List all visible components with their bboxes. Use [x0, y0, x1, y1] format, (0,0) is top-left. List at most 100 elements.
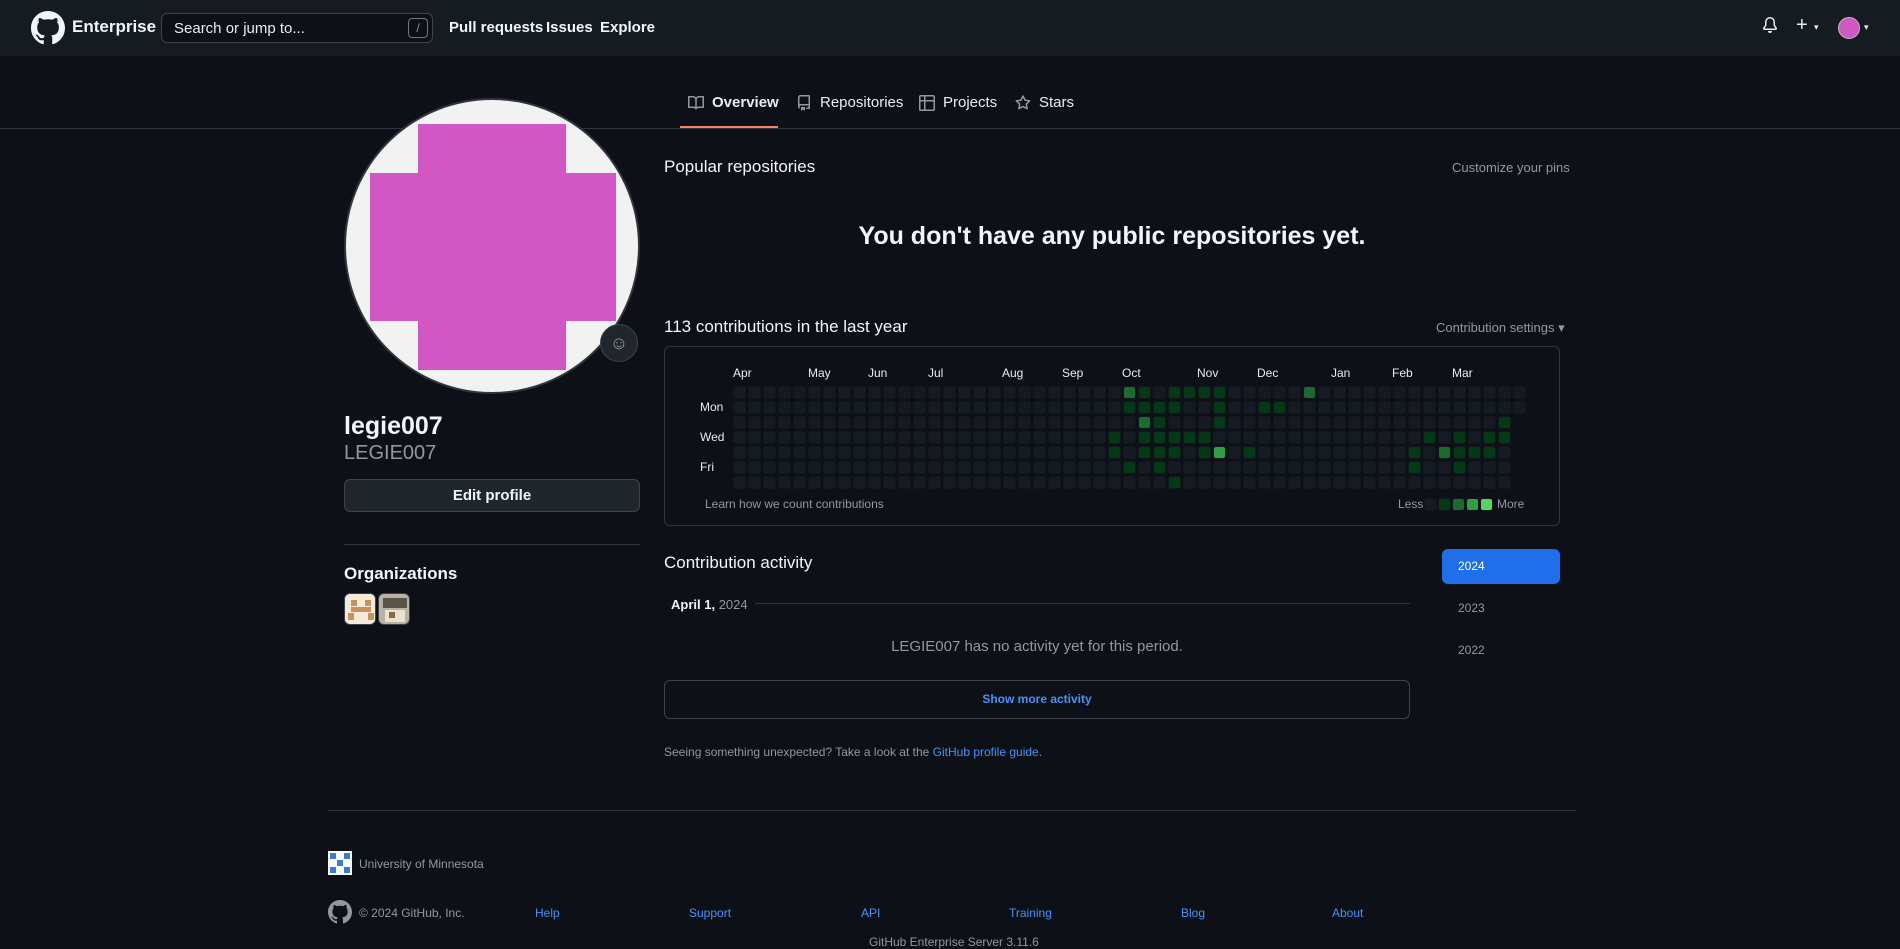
contribution-day-cell[interactable] — [1469, 402, 1480, 413]
contribution-day-cell[interactable] — [1109, 402, 1120, 413]
contribution-day-cell[interactable] — [809, 387, 820, 398]
contribution-day-cell[interactable] — [749, 387, 760, 398]
contribution-day-cell[interactable] — [1439, 387, 1450, 398]
contribution-day-cell[interactable] — [824, 402, 835, 413]
tab-overview[interactable]: Overview — [688, 94, 779, 111]
contribution-day-cell[interactable] — [1019, 432, 1030, 443]
contribution-day-cell[interactable] — [1109, 417, 1120, 428]
contribution-day-cell[interactable] — [779, 462, 790, 473]
contribution-day-cell[interactable] — [1469, 447, 1480, 458]
contribution-day-cell[interactable] — [1214, 462, 1225, 473]
set-status-smiley-icon[interactable]: ☺ — [600, 324, 638, 362]
contribution-day-cell[interactable] — [734, 447, 745, 458]
contribution-day-cell[interactable] — [899, 462, 910, 473]
contribution-day-cell[interactable] — [1079, 432, 1090, 443]
contribution-day-cell[interactable] — [1484, 432, 1495, 443]
contribution-day-cell[interactable] — [989, 432, 1000, 443]
contribution-day-cell[interactable] — [1064, 432, 1075, 443]
contribution-day-cell[interactable] — [944, 447, 955, 458]
contribution-day-cell[interactable] — [1049, 462, 1060, 473]
contribution-day-cell[interactable] — [749, 402, 760, 413]
contribution-day-cell[interactable] — [794, 447, 805, 458]
contribution-day-cell[interactable] — [1244, 447, 1255, 458]
contribution-day-cell[interactable] — [794, 462, 805, 473]
contribution-day-cell[interactable] — [1064, 462, 1075, 473]
contribution-day-cell[interactable] — [1394, 447, 1405, 458]
contribution-day-cell[interactable] — [1484, 387, 1495, 398]
contribution-day-cell[interactable] — [1229, 432, 1240, 443]
contribution-day-cell[interactable] — [1439, 477, 1450, 488]
contribution-day-cell[interactable] — [1064, 477, 1075, 488]
contribution-day-cell[interactable] — [1019, 477, 1030, 488]
contribution-day-cell[interactable] — [1409, 462, 1420, 473]
search-input[interactable]: Search or jump to... / — [161, 13, 433, 43]
contribution-day-cell[interactable] — [1499, 447, 1510, 458]
contribution-day-cell[interactable] — [1049, 477, 1060, 488]
contribution-day-cell[interactable] — [1289, 402, 1300, 413]
contribution-day-cell[interactable] — [779, 432, 790, 443]
contribution-day-cell[interactable] — [884, 387, 895, 398]
contribution-day-cell[interactable] — [929, 402, 940, 413]
contribution-day-cell[interactable] — [899, 432, 910, 443]
contribution-day-cell[interactable] — [1259, 447, 1270, 458]
contribution-day-cell[interactable] — [1034, 387, 1045, 398]
contribution-day-cell[interactable] — [854, 417, 865, 428]
contribution-day-cell[interactable] — [1349, 477, 1360, 488]
contribution-day-cell[interactable] — [1199, 402, 1210, 413]
contribution-day-cell[interactable] — [1289, 462, 1300, 473]
contribution-day-cell[interactable] — [1229, 447, 1240, 458]
contribution-day-cell[interactable] — [1319, 477, 1330, 488]
contribution-day-cell[interactable] — [914, 387, 925, 398]
contribution-day-cell[interactable] — [974, 432, 985, 443]
contribution-day-cell[interactable] — [1004, 432, 1015, 443]
contribution-day-cell[interactable] — [1349, 402, 1360, 413]
contribution-day-cell[interactable] — [1454, 417, 1465, 428]
contribution-day-cell[interactable] — [914, 477, 925, 488]
contribution-day-cell[interactable] — [869, 417, 880, 428]
contribution-day-cell[interactable] — [1259, 462, 1270, 473]
contribution-day-cell[interactable] — [839, 447, 850, 458]
contribution-day-cell[interactable] — [1319, 417, 1330, 428]
contribution-day-cell[interactable] — [764, 462, 775, 473]
contribution-day-cell[interactable] — [1019, 417, 1030, 428]
contribution-day-cell[interactable] — [1319, 432, 1330, 443]
contribution-day-cell[interactable] — [1304, 387, 1315, 398]
contribution-day-cell[interactable] — [1184, 417, 1195, 428]
contribution-day-cell[interactable] — [1379, 462, 1390, 473]
contribution-day-cell[interactable] — [839, 402, 850, 413]
nav-issues[interactable]: Issues — [546, 19, 593, 36]
contribution-day-cell[interactable] — [1229, 477, 1240, 488]
contribution-day-cell[interactable] — [1229, 387, 1240, 398]
contribution-day-cell[interactable] — [779, 477, 790, 488]
contribution-day-cell[interactable] — [1169, 432, 1180, 443]
contribution-day-cell[interactable] — [1364, 432, 1375, 443]
contribution-day-cell[interactable] — [1004, 447, 1015, 458]
contribution-day-cell[interactable] — [1364, 387, 1375, 398]
contribution-day-cell[interactable] — [989, 477, 1000, 488]
contribution-day-cell[interactable] — [1424, 462, 1435, 473]
contribution-day-cell[interactable] — [1064, 387, 1075, 398]
contribution-day-cell[interactable] — [1094, 432, 1105, 443]
contribution-day-cell[interactable] — [824, 462, 835, 473]
contribution-day-cell[interactable] — [869, 477, 880, 488]
contribution-day-cell[interactable] — [1049, 387, 1060, 398]
contribution-day-cell[interactable] — [1214, 432, 1225, 443]
contribution-day-cell[interactable] — [1349, 432, 1360, 443]
contribution-day-cell[interactable] — [854, 387, 865, 398]
contribution-day-cell[interactable] — [1244, 477, 1255, 488]
contribution-day-cell[interactable] — [1049, 417, 1060, 428]
contribution-day-cell[interactable] — [1394, 462, 1405, 473]
contribution-day-cell[interactable] — [869, 462, 880, 473]
contribution-day-cell[interactable] — [884, 417, 895, 428]
contribution-day-cell[interactable] — [1229, 402, 1240, 413]
contribution-day-cell[interactable] — [1034, 432, 1045, 443]
contribution-day-cell[interactable] — [1454, 477, 1465, 488]
contribution-day-cell[interactable] — [1499, 402, 1510, 413]
contribution-day-cell[interactable] — [1304, 432, 1315, 443]
github-logo-icon[interactable] — [31, 11, 65, 45]
contribution-day-cell[interactable] — [899, 417, 910, 428]
contribution-day-cell[interactable] — [1499, 462, 1510, 473]
contribution-day-cell[interactable] — [1454, 387, 1465, 398]
contribution-day-cell[interactable] — [1259, 432, 1270, 443]
contribution-day-cell[interactable] — [1289, 432, 1300, 443]
